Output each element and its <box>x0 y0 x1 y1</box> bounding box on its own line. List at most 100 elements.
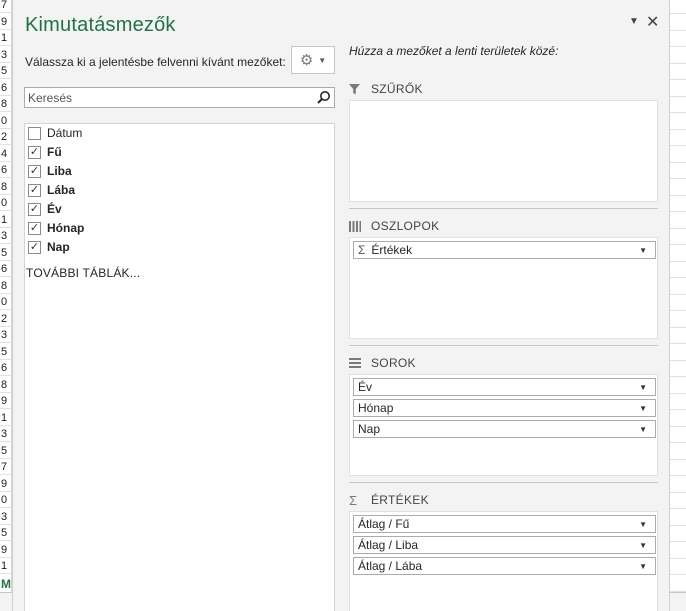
chevron-down-icon[interactable]: ▼ <box>629 16 639 27</box>
rows-area-label: SOROK <box>371 356 416 370</box>
chevron-down-icon[interactable]: ▼ <box>639 246 647 255</box>
filters-drop-area[interactable] <box>349 100 658 202</box>
row-number[interactable]: 0 <box>0 492 11 508</box>
row-number[interactable]: 5 <box>0 525 11 541</box>
field-item[interactable]: ✓ Fű <box>28 143 62 161</box>
values-field-chip[interactable]: Átlag / Liba ▼ <box>353 536 656 554</box>
row-number[interactable]: 9 <box>0 393 11 409</box>
values-drop-area[interactable]: Átlag / Fű ▼ Átlag / Liba ▼ Átlag / Lába… <box>349 511 658 611</box>
values-field-chip[interactable]: Átlag / Lába ▼ <box>353 557 656 575</box>
chevron-down-icon[interactable]: ▼ <box>639 541 647 550</box>
field-item[interactable]: Dátum <box>28 124 82 142</box>
field-label: Nap <box>47 240 70 254</box>
chevron-down-icon[interactable]: ▼ <box>639 520 647 529</box>
row-number[interactable]: 0 <box>0 113 11 129</box>
grid-line <box>670 29 686 31</box>
choose-fields-label: Válassza ki a jelentésbe felvenni kívánt… <box>25 55 286 69</box>
grid-line <box>670 524 686 526</box>
field-label: Liba <box>47 164 72 178</box>
field-list: TOVÁBBI TÁBLÁK... Dátum ✓ Fű ✓ Liba ✓ Lába ✓ Év ✓… <box>24 123 335 611</box>
columns-field-chip[interactable]: Σ Értékek ▼ <box>353 241 656 259</box>
row-number[interactable]: 6 <box>0 162 11 178</box>
field-label: Év <box>47 202 62 216</box>
grid-line <box>670 508 686 509</box>
row-number[interactable]: 9 <box>0 476 11 492</box>
row-number[interactable]: 1 <box>0 558 11 574</box>
field-item[interactable]: ✓ Év <box>28 200 62 218</box>
row-number[interactable]: 1 <box>0 212 11 228</box>
chip-label: Hónap <box>358 401 394 415</box>
chip-label: Átlag / Lába <box>358 559 423 573</box>
row-number[interactable]: 9 <box>0 542 11 558</box>
columns-drop-area[interactable]: Σ Értékek ▼ <box>349 237 658 339</box>
row-number[interactable]: 2 <box>0 311 11 327</box>
grid-line <box>670 326 686 328</box>
row-number[interactable]: 5 <box>0 443 11 459</box>
rows-area-header: SOROK <box>349 352 658 374</box>
row-number[interactable]: 5 <box>0 63 11 79</box>
rows-field-chip[interactable]: Év ▼ <box>353 378 656 396</box>
field-item[interactable]: ✓ Hónap <box>28 219 84 237</box>
area-separator <box>349 208 658 209</box>
chevron-down-icon[interactable]: ▼ <box>639 562 647 571</box>
close-icon[interactable]: ✕ <box>646 12 659 32</box>
field-checkbox[interactable]: ✓ <box>28 145 41 159</box>
row-number[interactable]: 1 <box>0 410 11 426</box>
grid-line <box>670 95 686 97</box>
field-checkbox[interactable]: ✓ <box>28 240 41 254</box>
rows-field-chip[interactable]: Hónap ▼ <box>353 399 656 417</box>
row-number[interactable]: 0 <box>0 294 11 310</box>
field-label: Hónap <box>47 221 85 235</box>
row-number[interactable]: 8 <box>0 278 11 294</box>
row-number[interactable]: 7 <box>0 459 11 475</box>
row-number[interactable]: 3 <box>0 327 11 343</box>
field-checkbox[interactable]: ✓ <box>28 221 41 235</box>
pane-title: Kimutatásmezők <box>25 14 176 36</box>
field-checkbox[interactable]: ✓ <box>28 164 41 178</box>
values-field-chip[interactable]: Átlag / Fű ▼ <box>353 515 656 533</box>
row-number[interactable]: 3 <box>0 228 11 244</box>
row-number[interactable]: 3 <box>0 426 11 442</box>
row-number[interactable]: 5 <box>0 344 11 360</box>
row-number[interactable]: 8 <box>0 96 11 112</box>
grid-line <box>670 112 686 113</box>
sheet-tab[interactable]: M <box>1 577 11 591</box>
row-number[interactable]: 0 <box>0 195 11 211</box>
rows-drop-area[interactable]: Év ▼ Hónap ▼ Nap ▼ <box>349 374 658 476</box>
grid-line <box>670 260 686 262</box>
row-number[interactable]: 9 <box>0 14 11 30</box>
row-number[interactable]: 7 <box>0 0 11 13</box>
chevron-down-icon[interactable]: ▼ <box>639 404 647 413</box>
more-tables-link[interactable]: TOVÁBBI TÁBLÁK... <box>26 266 140 280</box>
row-number[interactable]: 6 <box>0 80 11 96</box>
chevron-down-icon[interactable]: ▼ <box>639 425 647 434</box>
grid-line <box>670 293 686 295</box>
rows-field-chip[interactable]: Nap ▼ <box>353 420 656 438</box>
row-number[interactable]: 6 <box>0 261 11 277</box>
field-item[interactable]: ✓ Nap <box>28 238 70 256</box>
row-number[interactable]: 4 <box>0 146 11 162</box>
row-number[interactable]: 1 <box>0 30 11 46</box>
row-number[interactable]: 3 <box>0 47 11 63</box>
search-box[interactable] <box>24 87 335 108</box>
row-number[interactable]: 3 <box>0 509 11 525</box>
values-area-label: ÉRTÉKEK <box>371 493 429 507</box>
spreadsheet-grid[interactable] <box>670 0 686 592</box>
field-checkbox[interactable]: ✓ <box>28 183 41 197</box>
row-number[interactable]: 5 <box>0 245 11 261</box>
row-number[interactable]: 8 <box>0 377 11 393</box>
search-icon[interactable] <box>316 90 331 105</box>
row-number[interactable]: 2 <box>0 129 11 145</box>
chip-label: Átlag / Liba <box>358 538 419 552</box>
field-checkbox[interactable] <box>28 126 41 140</box>
row-number[interactable]: 6 <box>0 360 11 376</box>
field-checkbox[interactable]: ✓ <box>28 202 41 216</box>
chevron-down-icon[interactable]: ▼ <box>639 383 647 392</box>
row-number[interactable]: 8 <box>0 179 11 195</box>
tools-button[interactable]: ⚙ ▼ <box>291 46 335 74</box>
field-item[interactable]: ✓ Lába <box>28 181 75 199</box>
field-item[interactable]: ✓ Liba <box>28 162 72 180</box>
grid-line <box>670 574 686 575</box>
search-input[interactable] <box>25 88 305 107</box>
row-header-strip: 79135680246801356802356891357903591 <box>0 0 12 611</box>
